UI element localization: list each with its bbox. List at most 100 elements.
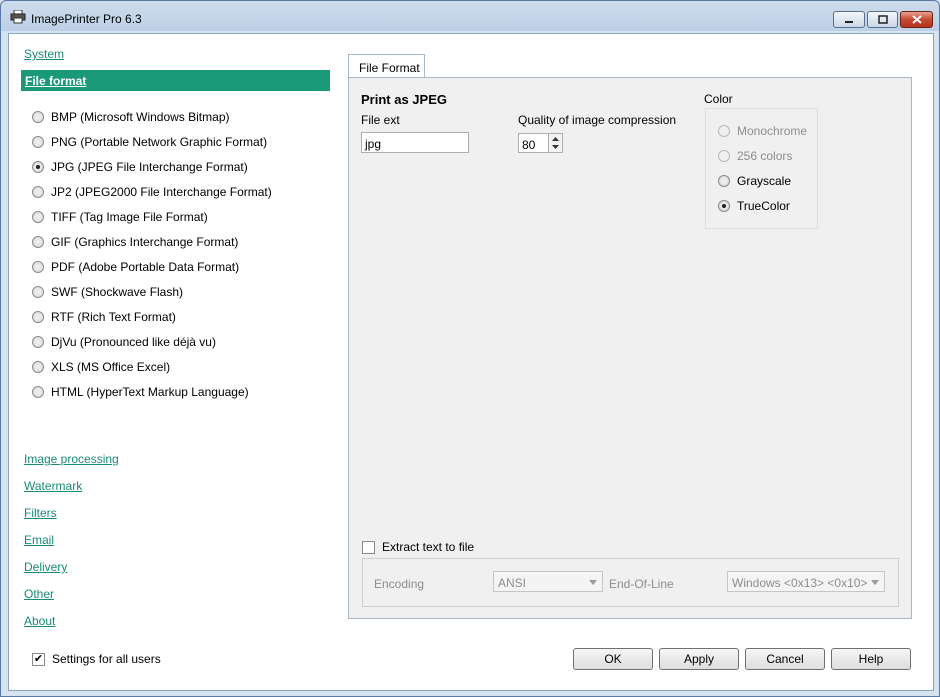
- format-option[interactable]: PNG (Portable Network Graphic Format): [32, 133, 267, 151]
- sidebar-link-watermark[interactable]: Watermark: [24, 479, 82, 493]
- color-option-label: Grayscale: [737, 174, 792, 188]
- file-ext-label: File ext: [361, 113, 400, 127]
- radio-button: [718, 125, 730, 137]
- quality-value: 80: [522, 138, 536, 152]
- format-option[interactable]: SWF (Shockwave Flash): [32, 283, 183, 301]
- settings-all-users-label: Settings for all users: [52, 652, 161, 666]
- encoding-select[interactable]: ANSI: [493, 571, 603, 592]
- title-bar[interactable]: ImagePrinter Pro 6.3: [1, 1, 939, 33]
- color-option[interactable]: Grayscale: [718, 172, 791, 190]
- checkbox-box[interactable]: [362, 540, 375, 554]
- format-option[interactable]: BMP (Microsoft Windows Bitmap): [32, 108, 229, 126]
- encoding-value: ANSI: [498, 576, 527, 590]
- format-option-label: DjVu (Pronounced like déjà vu): [51, 335, 216, 349]
- sidebar-link-email[interactable]: Email: [24, 533, 54, 547]
- quality-label: Quality of image compression: [518, 113, 677, 127]
- checkbox-box[interactable]: ✔: [32, 652, 45, 666]
- format-option-label: XLS (MS Office Excel): [51, 360, 171, 374]
- spin-up-icon[interactable]: [549, 134, 562, 143]
- quality-stepper[interactable]: 80: [518, 133, 563, 153]
- spinner-buttons[interactable]: [548, 134, 562, 152]
- tab-panel: Print as JPEG File ext jpg Quality of im…: [348, 77, 912, 619]
- sidebar-link-about[interactable]: About: [24, 614, 55, 628]
- format-option-label: HTML (HyperText Markup Language): [51, 385, 249, 399]
- eol-value: Windows <0x13> <0x10>: [732, 576, 868, 590]
- radio-button[interactable]: [32, 236, 44, 248]
- radio-button[interactable]: [32, 186, 44, 198]
- format-option-label: JPG (JPEG File Interchange Format): [51, 160, 248, 174]
- sidebar-link-image-processing[interactable]: Image processing: [24, 452, 119, 466]
- color-option: 256 colors: [718, 147, 792, 165]
- radio-button[interactable]: [32, 311, 44, 323]
- encoding-label: Encoding: [374, 577, 425, 591]
- radio-button[interactable]: [32, 336, 44, 348]
- format-option[interactable]: HTML (HyperText Markup Language): [32, 383, 249, 401]
- radio-button[interactable]: [718, 200, 730, 212]
- format-option-label: SWF (Shockwave Flash): [51, 285, 184, 299]
- extract-text-label: Extract text to file: [382, 540, 475, 554]
- radio-button[interactable]: [32, 386, 44, 398]
- format-option[interactable]: JPG (JPEG File Interchange Format): [32, 158, 248, 176]
- radio-button[interactable]: [32, 261, 44, 273]
- format-option[interactable]: JP2 (JPEG2000 File Interchange Format): [32, 183, 272, 201]
- spin-down-icon[interactable]: [549, 143, 562, 152]
- close-button[interactable]: [900, 11, 933, 28]
- maximize-button[interactable]: [867, 11, 898, 28]
- settings-all-users-checkbox[interactable]: ✔ Settings for all users: [32, 650, 161, 668]
- minimize-icon: [845, 20, 853, 23]
- format-option-label: GIF (Graphics Interchange Format): [51, 235, 239, 249]
- format-option-label: PDF (Adobe Portable Data Format): [51, 260, 240, 274]
- apply-button[interactable]: Apply: [659, 648, 739, 670]
- format-option-label: PNG (Portable Network Graphic Format): [51, 135, 268, 149]
- color-option: Monochrome: [718, 122, 807, 140]
- eol-select[interactable]: Windows <0x13> <0x10>: [727, 571, 885, 592]
- radio-button[interactable]: [32, 286, 44, 298]
- panel-heading: Print as JPEG: [361, 92, 447, 107]
- chevron-down-icon: [871, 580, 879, 585]
- format-option[interactable]: GIF (Graphics Interchange Format): [32, 233, 238, 251]
- radio-button: [718, 150, 730, 162]
- sidebar-link-other[interactable]: Other: [24, 587, 54, 601]
- color-group: Monochrome 256 colors Grayscale TrueColor: [705, 108, 818, 229]
- extract-text-checkbox[interactable]: Extract text to file: [362, 538, 474, 556]
- format-option[interactable]: RTF (Rich Text Format): [32, 308, 176, 326]
- eol-label: End-Of-Line: [609, 577, 674, 591]
- radio-button[interactable]: [32, 111, 44, 123]
- sidebar-link-filters[interactable]: Filters: [24, 506, 57, 520]
- help-button[interactable]: Help: [831, 648, 911, 670]
- format-option[interactable]: DjVu (Pronounced like déjà vu): [32, 333, 216, 351]
- printer-icon: [10, 10, 26, 24]
- sidebar-link-system[interactable]: System: [24, 47, 64, 61]
- format-option-label: BMP (Microsoft Windows Bitmap): [51, 110, 230, 124]
- ok-button[interactable]: OK: [573, 648, 653, 670]
- radio-button[interactable]: [32, 361, 44, 373]
- file-ext-input[interactable]: jpg: [361, 132, 469, 153]
- format-option[interactable]: TIFF (Tag Image File Format): [32, 208, 208, 226]
- window-title: ImagePrinter Pro 6.3: [31, 12, 142, 26]
- maximize-icon: [877, 15, 888, 24]
- text-options-group: Encoding ANSI End-Of-Line Windows <0x13>…: [362, 558, 899, 607]
- chevron-down-icon: [589, 580, 597, 585]
- radio-button[interactable]: [32, 161, 44, 173]
- format-option[interactable]: XLS (MS Office Excel): [32, 358, 170, 376]
- format-option[interactable]: PDF (Adobe Portable Data Format): [32, 258, 239, 276]
- format-option-label: JP2 (JPEG2000 File Interchange Format): [51, 185, 272, 199]
- format-option-label: RTF (Rich Text Format): [51, 310, 176, 324]
- minimize-button[interactable]: [833, 11, 865, 28]
- format-option-label: TIFF (Tag Image File Format): [51, 210, 208, 224]
- radio-button[interactable]: [718, 175, 730, 187]
- radio-button[interactable]: [32, 211, 44, 223]
- sidebar-item-file-format[interactable]: File format: [21, 70, 330, 91]
- app-window: ImagePrinter Pro 6.3 System File format …: [0, 0, 940, 697]
- close-icon: [911, 15, 922, 24]
- color-option-label: Monochrome: [737, 124, 808, 138]
- color-option[interactable]: TrueColor: [718, 197, 790, 215]
- radio-button[interactable]: [32, 136, 44, 148]
- tab-file-format[interactable]: File Format: [348, 54, 425, 78]
- color-label: Color: [704, 92, 733, 106]
- color-option-label: 256 colors: [737, 149, 793, 163]
- dialog-client-area: System File format BMP (Microsoft Window…: [8, 33, 934, 691]
- sidebar-link-delivery[interactable]: Delivery: [24, 560, 67, 574]
- cancel-button[interactable]: Cancel: [745, 648, 825, 670]
- color-option-label: TrueColor: [737, 199, 790, 213]
